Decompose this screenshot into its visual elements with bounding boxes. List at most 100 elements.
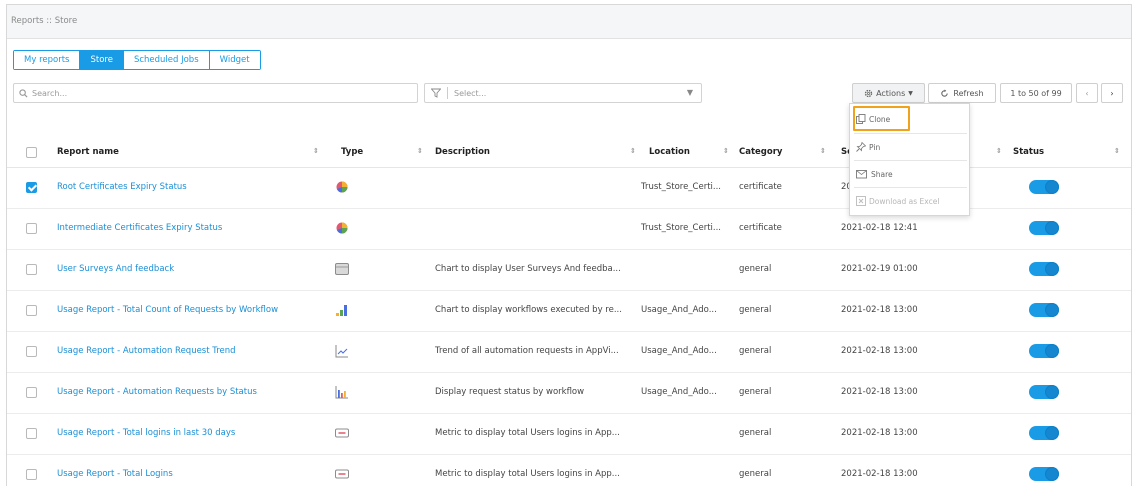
table-row[interactable]: Usage Report - Total Logins Metric to di… (7, 455, 1131, 486)
table-row[interactable]: User Surveys And feedback Chart to displ… (7, 250, 1131, 291)
menu-item-label: Pin (869, 142, 881, 152)
actions-button[interactable]: Actions ▼ (852, 83, 925, 103)
sort-icon[interactable]: ⇕ (723, 147, 729, 155)
next-page-button[interactable]: › (1101, 83, 1123, 103)
report-category: general (739, 469, 772, 479)
report-category: certificate (739, 182, 782, 192)
sort-icon[interactable]: ⇕ (630, 147, 636, 155)
pagination-info: 1 to 50 of 99 (1000, 83, 1072, 103)
report-name-link[interactable]: User Surveys And feedback (57, 264, 174, 274)
header-location[interactable]: Location (649, 147, 690, 157)
tab-bar: My reports Store Scheduled Jobs Widget (13, 50, 261, 70)
pin-icon (856, 142, 866, 152)
row-checkbox[interactable] (26, 223, 37, 234)
header-category[interactable]: Category (739, 147, 782, 157)
report-name-link[interactable]: Root Certificates Expiry Status (57, 182, 187, 192)
row-checkbox[interactable] (26, 387, 37, 398)
menu-item-pin[interactable]: Pin (856, 137, 880, 157)
menu-item-label: Download as Excel (869, 196, 940, 206)
header-type[interactable]: Type (341, 147, 363, 157)
table-row[interactable]: Usage Report - Total logins in last 30 d… (7, 414, 1131, 455)
share-icon (856, 170, 867, 179)
menu-divider (854, 160, 967, 161)
report-name-link[interactable]: Intermediate Certificates Expiry Status (57, 223, 222, 233)
excel-icon (856, 196, 866, 206)
menu-item-share[interactable]: Share (856, 164, 893, 184)
report-category: general (739, 428, 772, 438)
report-name-link[interactable]: Usage Report - Automation Requests by St… (57, 387, 257, 397)
row-checkbox[interactable] (26, 469, 37, 480)
sort-icon[interactable]: ⇕ (996, 147, 1002, 155)
row-checkbox[interactable] (26, 305, 37, 316)
table-row[interactable]: Usage Report - Total Count of Requests b… (7, 291, 1131, 332)
report-name-link[interactable]: Usage Report - Total Logins (57, 469, 173, 479)
row-checkbox[interactable] (26, 346, 37, 357)
header-status[interactable]: Status (1013, 147, 1044, 157)
report-description: Chart to display User Surveys And feedba… (435, 264, 621, 274)
report-location: Trust_Store_Certi... (641, 223, 722, 233)
pie-chart-icon (336, 222, 348, 234)
search-icon (19, 88, 28, 98)
status-toggle[interactable] (1029, 221, 1059, 235)
refresh-button[interactable]: Refresh (928, 83, 996, 103)
report-date: 2021-02-18 13:00 (841, 469, 918, 479)
sort-icon[interactable]: ⇕ (820, 147, 826, 155)
sort-icon[interactable]: ⇕ (313, 147, 319, 155)
table-row[interactable]: Usage Report - Automation Requests by St… (7, 373, 1131, 414)
metric-icon (335, 469, 349, 479)
status-toggle[interactable] (1029, 385, 1059, 399)
select-all-checkbox[interactable] (26, 147, 37, 158)
table-row[interactable]: Usage Report - Automation Request Trend … (7, 332, 1131, 373)
status-toggle[interactable] (1029, 180, 1059, 194)
row-checkbox[interactable] (26, 428, 37, 439)
header-report-name[interactable]: Report name (57, 147, 119, 157)
pie-chart-icon (336, 181, 348, 193)
report-date: 2021-02-18 13:00 (841, 346, 918, 356)
report-location: Usage_And_Ado... (641, 387, 717, 397)
search-placeholder: Search... (32, 88, 68, 98)
refresh-icon (941, 88, 949, 97)
status-toggle[interactable] (1029, 344, 1059, 358)
tab-widget[interactable]: Widget (209, 51, 260, 69)
status-toggle[interactable] (1029, 467, 1059, 481)
filter-select[interactable]: Select... ▼ (424, 83, 702, 103)
menu-item-clone[interactable]: Clone (856, 109, 890, 129)
column-chart-icon (335, 386, 348, 399)
report-description: Trend of all automation requests in AppV… (435, 346, 619, 356)
report-name-link[interactable]: Usage Report - Total Count of Requests b… (57, 305, 278, 315)
row-checkbox[interactable] (26, 264, 37, 275)
header-description[interactable]: Description (435, 147, 490, 157)
report-date: 2021-02-18 13:00 (841, 428, 918, 438)
menu-divider (854, 187, 967, 188)
tab-store[interactable]: Store (80, 51, 124, 69)
report-category: general (739, 305, 772, 315)
metric-icon (335, 428, 349, 438)
report-description: Metric to display total Users logins in … (435, 469, 620, 479)
chevron-down-icon: ▼ (908, 89, 913, 97)
bar-chart-icon (336, 305, 347, 316)
tab-scheduled-jobs[interactable]: Scheduled Jobs (123, 51, 210, 69)
filter-divider (447, 87, 448, 99)
report-description: Chart to display workflows executed by r… (435, 305, 622, 315)
prev-page-button[interactable]: ‹ (1076, 83, 1098, 103)
report-date: 2021-02-18 13:00 (841, 305, 918, 315)
report-name-link[interactable]: Usage Report - Automation Request Trend (57, 346, 236, 356)
sort-icon[interactable]: ⇕ (417, 147, 423, 155)
report-description: Display request status by workflow (435, 387, 585, 397)
report-date: 2021-02-19 01:00 (841, 264, 918, 274)
tab-my-reports[interactable]: My reports (14, 51, 81, 69)
sort-icon[interactable]: ⇕ (1114, 147, 1120, 155)
table-icon (335, 263, 349, 275)
report-category: general (739, 346, 772, 356)
row-checkbox[interactable] (26, 182, 37, 193)
status-toggle[interactable] (1029, 426, 1059, 440)
status-toggle[interactable] (1029, 303, 1059, 317)
search-input[interactable]: Search... (13, 83, 418, 103)
report-location: Usage_And_Ado... (641, 346, 717, 356)
report-description: Metric to display total Users logins in … (435, 428, 620, 438)
status-toggle[interactable] (1029, 262, 1059, 276)
report-name-link[interactable]: Usage Report - Total logins in last 30 d… (57, 428, 235, 438)
report-date: 2021-02-18 13:00 (841, 387, 918, 397)
menu-item-download-excel[interactable]: Download as Excel (856, 191, 939, 211)
menu-divider (854, 133, 967, 134)
